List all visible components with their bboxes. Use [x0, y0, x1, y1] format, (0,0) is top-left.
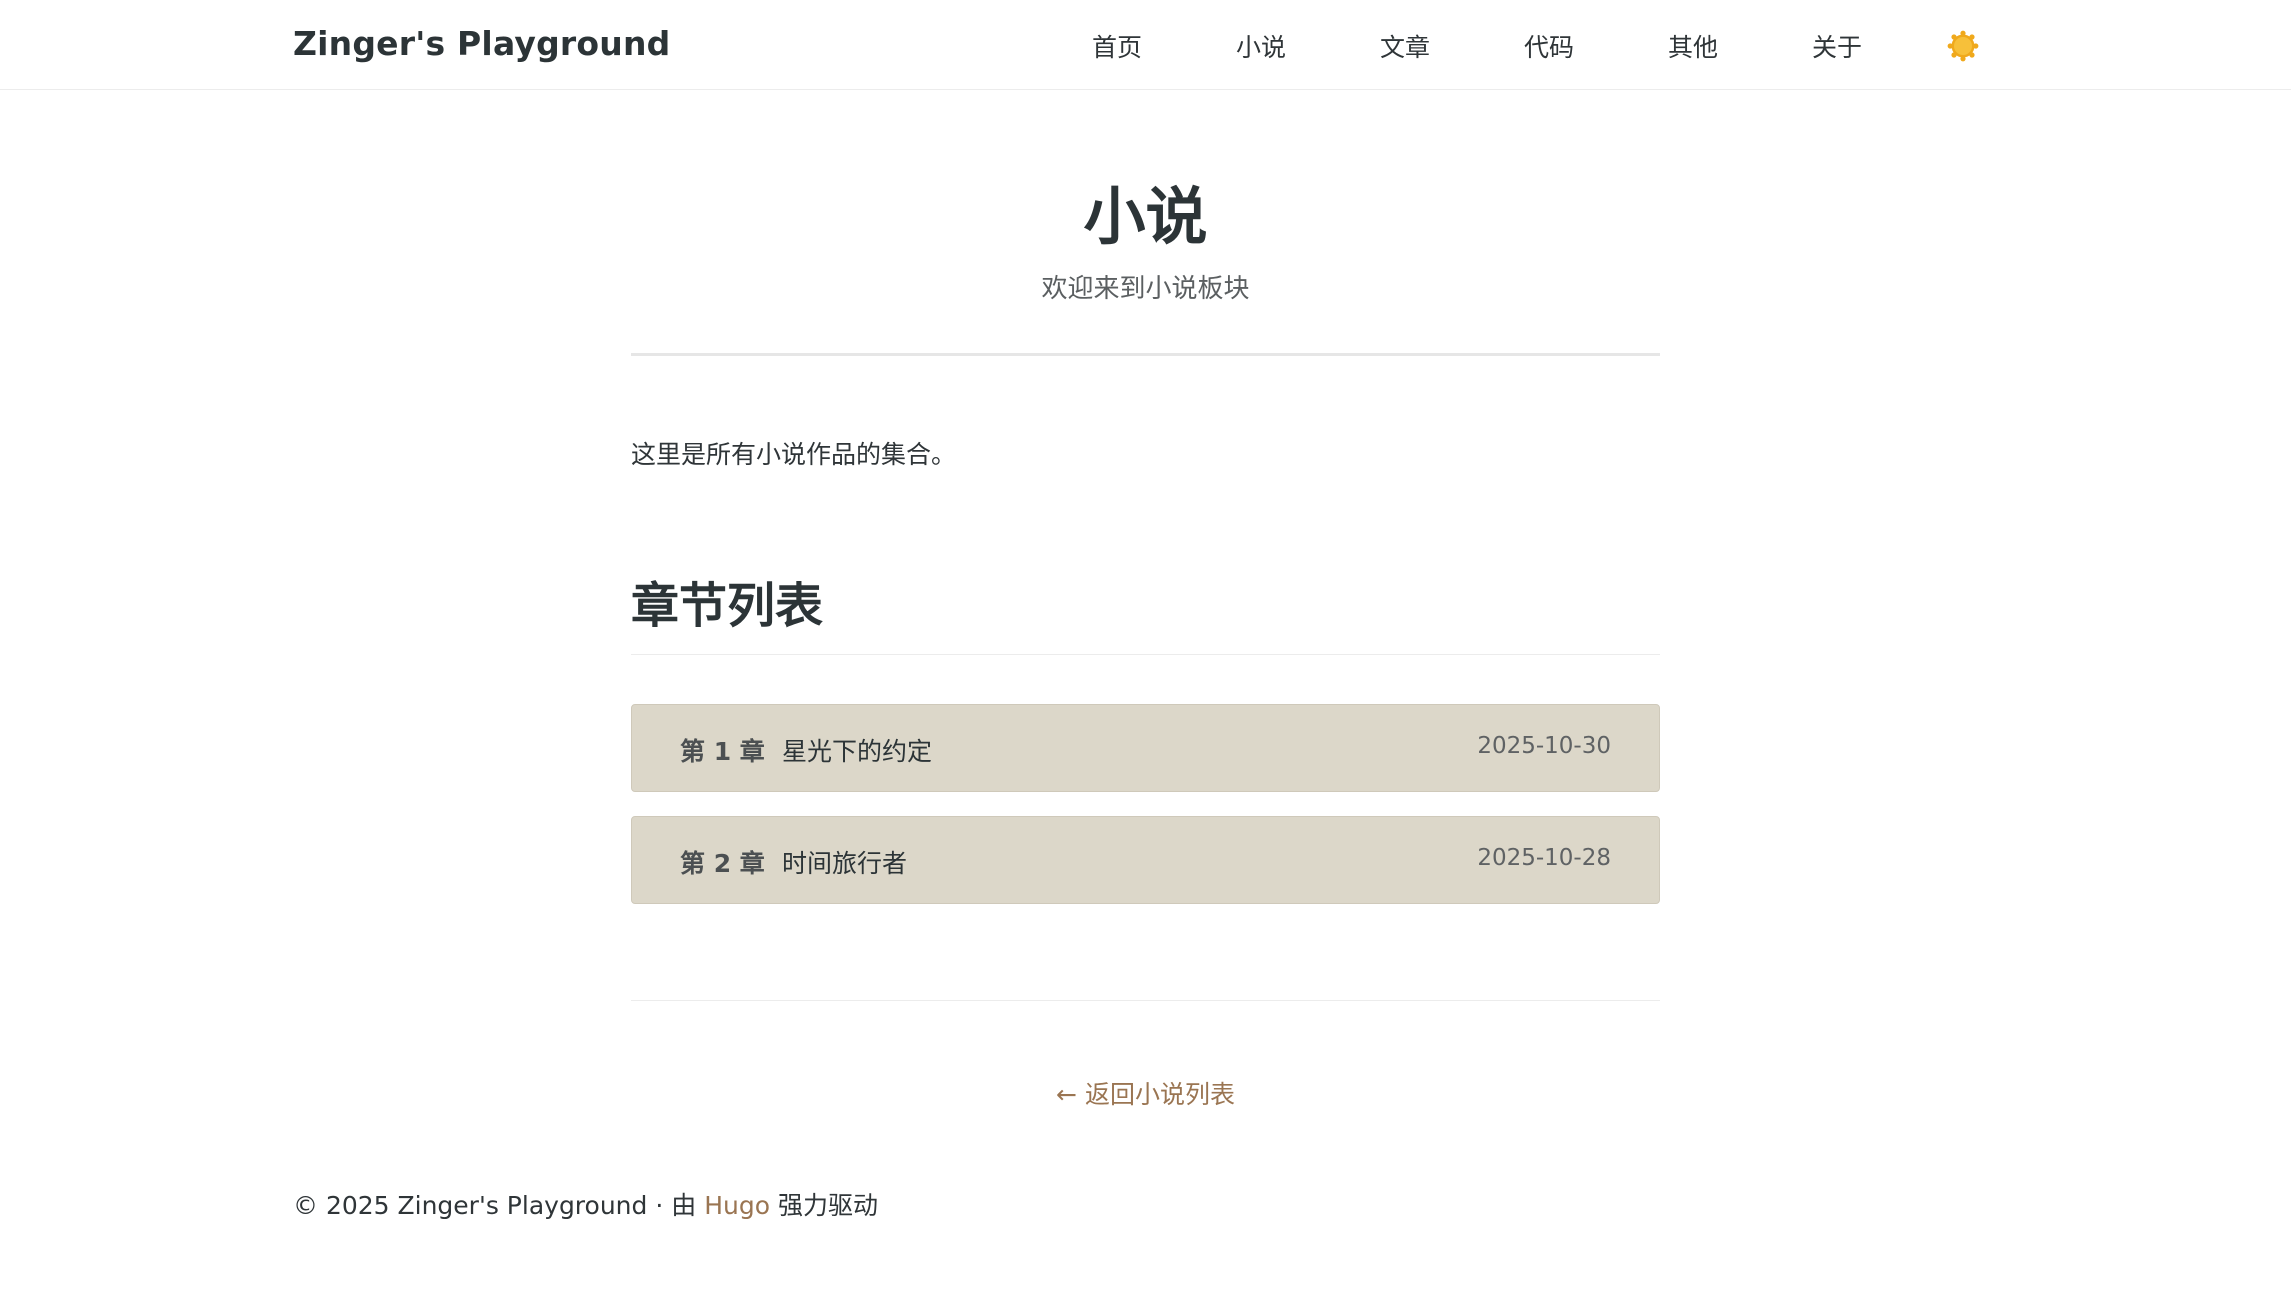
nav-item-other[interactable]: 其他 [1668, 28, 1718, 64]
site-brand[interactable]: Zinger's Playground [293, 24, 670, 63]
site-footer: © 2025 Zinger's Playground · 由 Hugo 强力驱动 [293, 1186, 878, 1222]
footer-powered-by: 强力驱动 [770, 1191, 878, 1220]
chapter-date: 2025-10-28 [1477, 845, 1611, 871]
chapter-title-link[interactable]: 时间旅行者 [782, 844, 907, 880]
chapter-title-link[interactable]: 星光下的约定 [782, 732, 932, 768]
back-link-label[interactable]: 返回小说列表 [1085, 1080, 1235, 1109]
section-divider [631, 654, 1660, 655]
chapter-number: 第 2 章 [680, 849, 765, 878]
back-to-novels-link[interactable]: ← 返回小说列表 [631, 1075, 1660, 1111]
site-header: Zinger's Playground 首页 小说 文章 代码 其他 关于 [0, 0, 2291, 90]
chapter-number: 第 1 章 [680, 737, 765, 766]
page-title: 小说 [1083, 180, 1208, 253]
chapter-item-2[interactable]: 第 2 章 时间旅行者 2025-10-28 [631, 816, 1660, 904]
footer-hugo-link[interactable]: Hugo [704, 1191, 770, 1220]
arrow-left-icon: ← [1056, 1080, 1077, 1109]
nav-item-about[interactable]: 关于 [1812, 28, 1862, 64]
bottom-divider [631, 1000, 1660, 1001]
intro-text: 这里是所有小说作品的集合。 [631, 440, 957, 469]
footer-copyright: © 2025 Zinger's Playground · 由 [293, 1191, 705, 1220]
nav-item-articles[interactable]: 文章 [1380, 28, 1430, 64]
chapter-item-1[interactable]: 第 1 章 星光下的约定 2025-10-30 [631, 704, 1660, 792]
chapter-list-heading: 章节列表 [631, 578, 824, 634]
theme-toggle-button[interactable] [1947, 30, 1979, 62]
title-divider [631, 353, 1660, 356]
chapter-date: 2025-10-30 [1477, 733, 1611, 759]
nav-item-home[interactable]: 首页 [1092, 28, 1142, 64]
page-subtitle: 欢迎来到小说板块 [1041, 274, 1250, 304]
nav-item-code[interactable]: 代码 [1524, 28, 1574, 64]
nav-item-novels[interactable]: 小说 [1236, 28, 1286, 64]
sun-icon [1947, 30, 1979, 62]
